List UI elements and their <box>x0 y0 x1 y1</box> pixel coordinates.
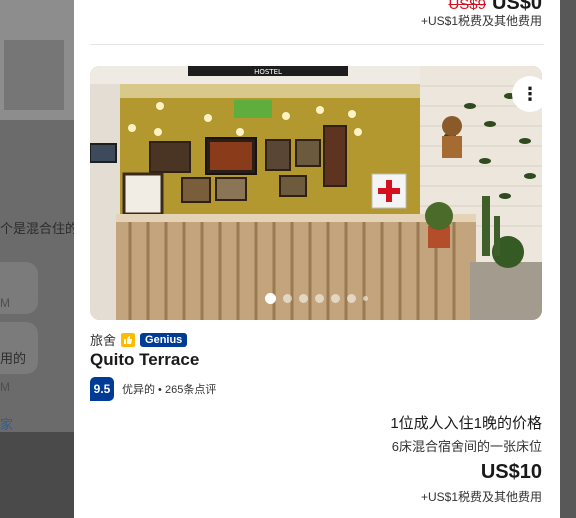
carousel-dot[interactable] <box>314 294 324 303</box>
carousel-dot[interactable] <box>330 294 340 303</box>
previous-tax-note: +US$1税费及其他费用 <box>420 14 542 28</box>
property-type-row: 旅舍 Genius <box>90 330 188 349</box>
background-photo <box>0 0 74 120</box>
carousel-indicator <box>90 293 542 304</box>
carousel-dot[interactable] <box>346 294 356 303</box>
property-name[interactable]: Quito Terrace <box>90 350 199 370</box>
property-type: 旅舍 <box>90 333 117 348</box>
carousel-dot[interactable] <box>298 294 308 303</box>
hostel-sign-text: HOSTEL <box>254 68 282 76</box>
tax-note: +US$1税费及其他费用 <box>420 490 542 504</box>
listing-sheet: US$9 US$0 +US$1税费及其他费用 HOSTEL ⋮ 旅舍 Geniu… <box>74 0 560 518</box>
price-heading: 1位成人入住1晚的价格 <box>390 415 542 432</box>
thumbs-up-icon <box>121 332 136 347</box>
review-score-badge: 9.5 <box>90 377 114 401</box>
rating-summary: 优异的 • 265条点评 <box>122 384 217 396</box>
carousel-dot[interactable] <box>282 294 292 303</box>
background-time: M <box>0 296 10 310</box>
background-message-text: 个是混合住的 <box>0 221 79 236</box>
listing-price: US$10 <box>480 461 542 483</box>
hostel-reception-photo: HOSTEL <box>90 66 542 320</box>
listing-divider <box>90 44 544 45</box>
bed-info: 6床混合宿舍间的一张床位 <box>391 439 542 454</box>
genius-badge: Genius <box>140 332 188 347</box>
rating-row: 9.5 优异的 • 265条点评 <box>90 377 216 401</box>
background-message-text: 用的 <box>0 351 27 366</box>
carousel-dot[interactable] <box>264 293 276 304</box>
listing-photo-carousel[interactable]: HOSTEL ⋮ <box>90 66 542 320</box>
carousel-dot[interactable] <box>362 296 368 301</box>
background-panel <box>0 432 74 518</box>
background-link: 家 <box>0 417 14 432</box>
background-edge <box>560 0 576 518</box>
more-vertical-icon: ⋮ <box>521 83 539 104</box>
background-time: M <box>0 380 10 394</box>
more-options-button[interactable]: ⋮ <box>512 76 542 112</box>
price-block: 1位成人入住1晚的价格 6床混合宿舍间的一张床位 US$10 +US$1税费及其… <box>390 412 542 505</box>
